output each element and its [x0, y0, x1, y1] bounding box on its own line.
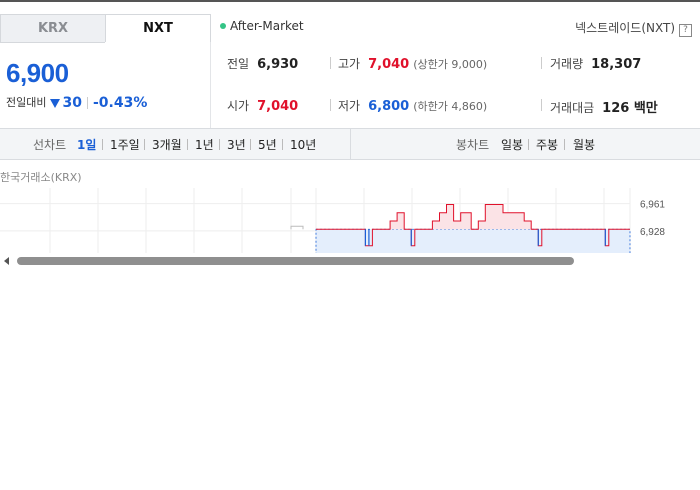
price-change: 전일대비 30 -0.43% [6, 94, 147, 111]
stat-value: 7,040 [257, 99, 299, 114]
stat-volume: 거래량 18,307 [550, 55, 641, 72]
section-divider [210, 42, 211, 128]
stat-high: 고가 7,040 (상한가 9,000) [338, 55, 487, 72]
divider [219, 139, 220, 150]
stat-label: 거래량 [550, 57, 584, 71]
stat-label: 저가 [338, 99, 361, 113]
stat-low: 저가 6,800 (하한가 4,860) [338, 97, 487, 114]
divider [541, 99, 542, 111]
stat-amount: 거래대금 126 백만 [550, 97, 658, 116]
candle-monthly[interactable]: 월봉 [573, 136, 595, 153]
status-dot-icon [220, 22, 226, 29]
candle-weekly[interactable]: 주봉 [536, 136, 558, 153]
stat-open: 시가 7,040 [227, 97, 298, 114]
divider [282, 139, 283, 150]
stat-label: 거래대금 [550, 101, 595, 115]
price-chart: 6,961 6,928 [0, 188, 665, 254]
help-icon[interactable]: ? [679, 24, 692, 37]
tab-krx[interactable]: KRX [0, 14, 105, 43]
stat-value: 7,040 [368, 57, 410, 72]
scroll-thumb[interactable] [17, 257, 574, 265]
candle-chart-label: 봉차트 [456, 138, 490, 152]
stat-value: 6,800 [368, 99, 410, 114]
stat-value: 18,307 [591, 57, 642, 72]
candle-daily[interactable]: 일봉 [501, 136, 523, 153]
chart-toolbar: 선차트 1일 1주일 3개월 1년 3년 5년 10년 봉차트 일봉 주봉 월봉 [0, 128, 700, 160]
lower-limit: (하한가 4,860) [413, 100, 488, 113]
stat-value: 6,930 [257, 57, 299, 72]
divider [86, 97, 88, 109]
divider [541, 57, 542, 69]
stat-prev-close: 전일 6,930 [227, 55, 298, 72]
stat-label: 전일 [227, 57, 250, 71]
upper-limit: (상한가 9,000) [413, 58, 488, 71]
top-border [0, 0, 700, 2]
session-label: After-Market [230, 19, 304, 33]
y-tick-label: 6,928 [640, 227, 665, 238]
scroll-left-icon[interactable] [4, 257, 9, 265]
change-label: 전일대비 [6, 96, 47, 109]
period-3y[interactable]: 3년 [227, 136, 246, 153]
period-1w[interactable]: 1주일 [110, 136, 140, 153]
change-rate: -0.43% [92, 95, 148, 111]
baseline-band [315, 228, 631, 254]
divider [250, 139, 251, 150]
period-10y[interactable]: 10년 [290, 136, 316, 153]
divider [144, 139, 145, 150]
y-tick-label: 6,961 [640, 200, 665, 211]
market-tabs: KRX NXT [0, 14, 211, 43]
exchange-label: 넥스트레이드(NXT) [575, 21, 675, 35]
change-amount: 30 [62, 95, 82, 111]
stat-value: 126 백만 [602, 101, 658, 116]
down-arrow-icon [50, 98, 61, 108]
period-1y[interactable]: 1년 [195, 136, 214, 153]
period-1d[interactable]: 1일 [77, 136, 96, 153]
tab-nxt[interactable]: NXT [105, 14, 211, 42]
period-3m[interactable]: 3개월 [152, 136, 182, 153]
stat-label: 시가 [227, 99, 250, 113]
divider [330, 99, 331, 111]
current-price: 6,900 [6, 58, 69, 88]
period-5y[interactable]: 5년 [258, 136, 277, 153]
pre-market-line [290, 225, 304, 230]
exchange-info: 넥스트레이드(NXT)? [575, 19, 692, 37]
divider [102, 139, 103, 150]
divider [528, 139, 529, 150]
divider [564, 139, 565, 150]
session-status: After-Market [220, 19, 304, 33]
divider [187, 139, 188, 150]
line-chart-label: 선차트 [33, 138, 67, 152]
stat-label: 고가 [338, 57, 361, 71]
toolbar-divider [350, 129, 351, 159]
chart-title: 한국거래소(KRX) [0, 171, 82, 184]
divider [330, 57, 331, 69]
chart-scrollbar[interactable] [0, 253, 700, 269]
